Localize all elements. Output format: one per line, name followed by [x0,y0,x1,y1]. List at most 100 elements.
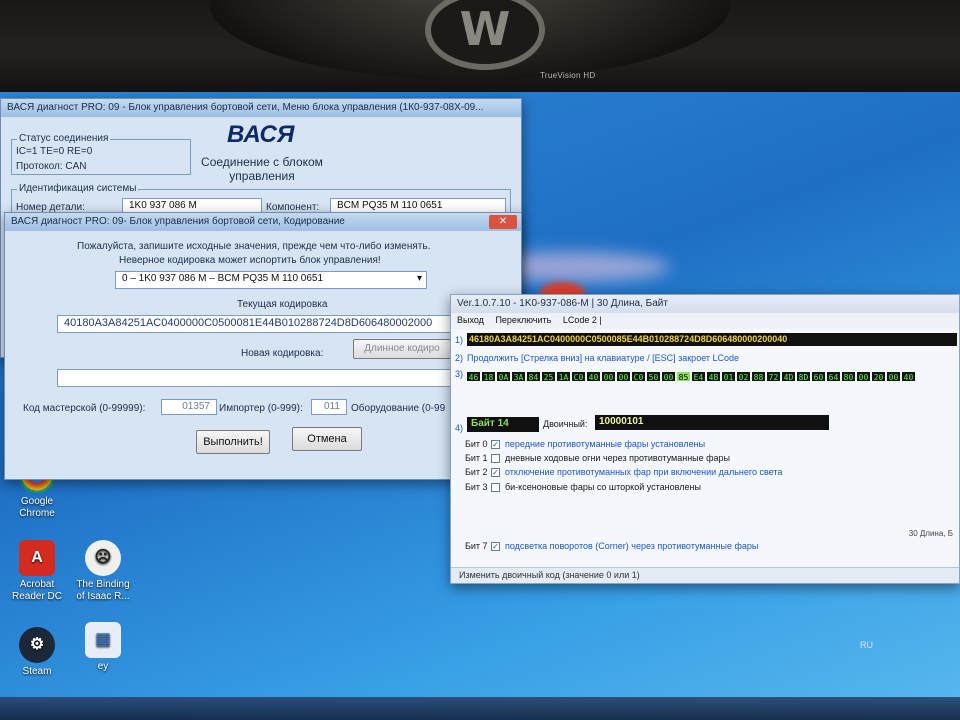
line-number-1: 1) [455,335,464,345]
desktop-icon-isaac[interactable]: ☹ The Binding of Isaac R... [68,540,138,603]
module-select[interactable]: 0 – 1K0 937 086 M – BCM PQ35 M 110 0651 … [115,271,427,289]
desktop-icon-label: Steam [22,666,52,677]
status-group-title: Статус соединения [17,133,111,144]
byte-cell-21[interactable]: 4D [782,372,795,381]
lcode-window: Ver.1.0.7.10 - 1K0-937-086-M | 30 Длина,… [450,294,960,584]
importer-input[interactable]: 011 [311,399,347,415]
byte-cell-2[interactable]: 0A [497,372,510,381]
long-coding-button[interactable]: Длинное кодиро [353,339,451,359]
binary-input[interactable]: 10000101 [595,415,829,430]
long-coding-string: 46180A3A84251AC0400000C0500085E44B010288… [467,333,957,346]
bit-label: Бит 2 [465,467,488,477]
bit-label: Бит 3 [465,482,488,492]
status-bar: Изменить двоичный код (значение 0 или 1) [451,567,959,583]
byte-cell-27[interactable]: 20 [872,372,885,381]
byte-cell-19[interactable]: 88 [752,372,765,381]
app-logo: ВАСЯ [227,121,295,148]
bit-text: передние противотуманные фары установлен… [505,439,706,449]
taskbar [0,697,960,720]
byte-cell-26[interactable]: 00 [857,372,870,381]
byte-cell-18[interactable]: 02 [737,372,750,381]
bit-row-3[interactable]: Бит 3 би-ксеноновые фары со шторкой устан… [465,482,701,493]
status-line: IC=1 TE=0 RE=0 [16,146,93,157]
line-number-3: 3) [455,369,464,379]
byte-cell-14[interactable]: 85 [677,372,690,381]
bit-checkbox-2[interactable]: ✓ [491,468,500,478]
execute-button[interactable]: Выполнить! [196,430,270,454]
byte-cell-16[interactable]: 4B [707,372,720,381]
continue-hint: Продолжить [Стрелка вниз] на клавиатуре … [467,353,740,363]
bit-label: Бит 1 [465,453,488,463]
workshop-code-label: Код мастерской (0-99999): [23,403,146,414]
lcode-window-title: Ver.1.0.7.10 - 1K0-937-086-M | 30 Длина,… [451,295,959,313]
byte-cell-10[interactable]: 00 [617,372,630,381]
byte-cell-7[interactable]: C0 [572,372,585,381]
chevron-down-icon: ▾ [416,273,422,284]
line-number-2: 2) [455,353,464,363]
monitor-bezel: TrueVision HD [0,0,960,95]
menu-lcode2[interactable]: LCode 2 | [563,315,602,325]
status-group: Статус соединения IC=1 TE=0 RE=0 Протоко… [11,133,191,175]
byte-cell-9[interactable]: 00 [602,372,615,381]
desktop-icon-file[interactable]: ▤ ey [68,622,138,673]
bit-row-1[interactable]: Бит 1 дневные ходовые огни через противот… [465,453,731,464]
bit-label: Бит 7 [465,541,488,551]
tray-language[interactable]: RU [860,640,873,650]
new-coding-input[interactable] [57,369,451,387]
main-window-title: ВАСЯ диагност PRO: 09 - Блок управления … [1,99,521,117]
bit-checkbox-7[interactable]: ✓ [491,542,500,552]
desktop-icon-label: The Binding of Isaac R... [76,579,130,602]
monitor-brand: TrueVision HD [540,71,596,80]
length-info: 30 Длина, Б [908,529,953,538]
lcode-menu: Выход Переключить LCode 2 | [451,313,959,329]
byte-cell-28[interactable]: 00 [887,372,900,381]
byte-cell-11[interactable]: C0 [632,372,645,381]
bit-checkbox-1[interactable] [491,454,500,464]
byte-cell-13[interactable]: 00 [662,372,675,381]
desktop-icon-acrobat[interactable]: A Acrobat Reader DC [2,540,72,603]
byte-cell-23[interactable]: 60 [812,372,825,381]
bit-checkbox-3[interactable] [491,483,500,493]
bit-row-7[interactable]: Бит 7 ✓ подсветка поворотов (Corner) через… [465,541,758,552]
binary-label: Двоичный: [543,419,588,429]
byte-cell-1[interactable]: 18 [482,372,495,381]
byte-cell-15[interactable]: E4 [692,372,705,381]
connection-title: Соединение с блоком управления [201,155,323,183]
desktop: Google Chrome A Acrobat Reader DC ☹ The … [0,92,960,720]
desktop-icon-label: Acrobat Reader DC [11,579,63,602]
desktop-icon-steam[interactable]: ⚙ Steam [2,627,72,678]
byte-cell-17[interactable]: 01 [722,372,735,381]
byte-cell-20[interactable]: 72 [767,372,780,381]
byte-cell-24[interactable]: 64 [827,372,840,381]
current-coding-label: Текущая кодировка [237,299,328,310]
bit-text: дневные ходовые огни через противотуманн… [505,453,731,463]
bit-row-2[interactable]: Бит 2 ✓ отключение противотуманных фар при… [465,467,783,478]
byte-cell-4[interactable]: 84 [527,372,540,381]
bit-text: би-ксеноновые фары со шторкой установлен… [505,482,701,492]
menu-exit[interactable]: Выход [457,315,484,325]
module-select-value: 0 – 1K0 937 086 M – BCM PQ35 M 110 0651 [122,273,324,284]
byte-cell-29[interactable]: 40 [902,372,915,381]
menu-switch[interactable]: Переключить [495,315,551,325]
file-icon: ▤ [85,622,121,658]
cancel-button[interactable]: Отмена [292,427,362,451]
bit-text: отключение противотуманных фар при включ… [505,467,783,477]
byte-cell-6[interactable]: 1A [557,372,570,381]
byte-cell-8[interactable]: 40 [587,372,600,381]
byte-cell-0[interactable]: 46 [467,372,480,381]
byte-cell-25[interactable]: 80 [842,372,855,381]
close-icon[interactable]: ✕ [489,215,517,229]
byte-cell-5[interactable]: 25 [542,372,555,381]
warning-text-2: Неверное кодировка может испортить блок … [119,255,381,266]
bit-row-0[interactable]: Бит 0 ✓ передние противотуманные фары уста… [465,439,706,450]
byte-cell-22[interactable]: 8D [797,372,810,381]
coding-window: ВАСЯ диагност PRO: 09- Блок управления б… [4,212,522,480]
bit-checkbox-0[interactable]: ✓ [491,440,500,450]
byte-label: Байт 14 [467,417,539,432]
workshop-code-input[interactable]: 01357 [161,399,217,415]
byte-cell-12[interactable]: 50 [647,372,660,381]
steam-icon: ⚙ [19,627,55,663]
desktop-icon-label: Google Chrome [19,496,55,519]
desktop-icon-label: ey [97,661,109,672]
byte-cell-3[interactable]: 3A [512,372,525,381]
